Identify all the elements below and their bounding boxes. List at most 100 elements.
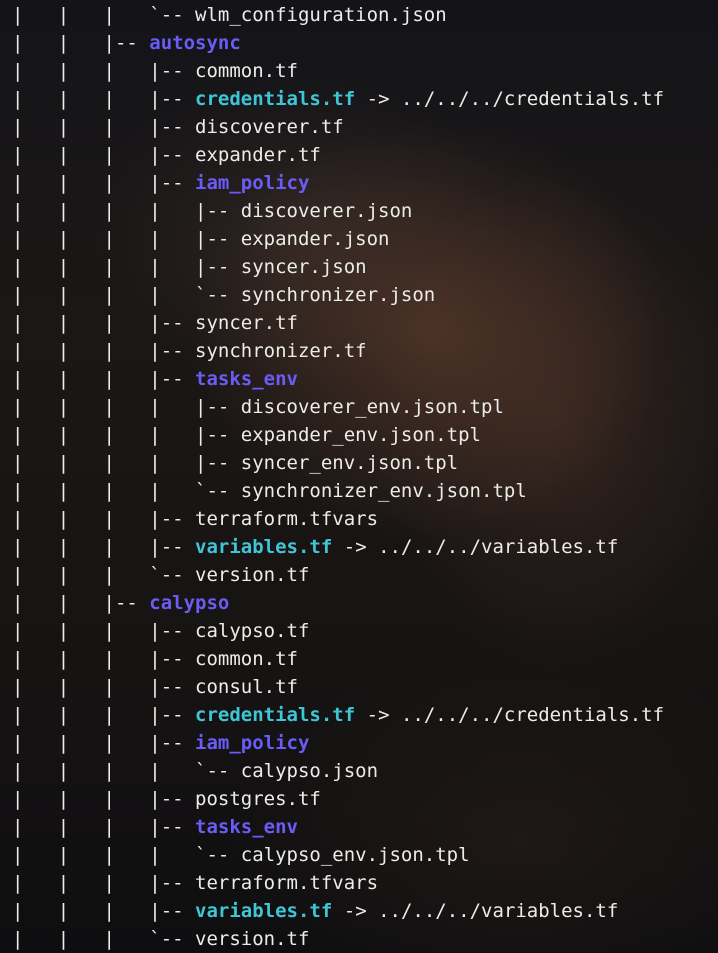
file-name: wlm_configuration.json [195, 4, 447, 26]
symlink-target: ../../../variables.tf [378, 900, 619, 922]
tree-branch: | | | |-- [12, 872, 196, 894]
file-name: version.tf [195, 928, 310, 950]
tree-line: | | | | |-- expander.json [12, 225, 390, 253]
symlink-arrow: -> [355, 88, 401, 110]
tree-line: | | | |-- consul.tf [12, 673, 298, 701]
file-name: version.tf [195, 564, 310, 586]
file-name: discoverer.tf [195, 116, 344, 138]
symlink-arrow: -> [355, 704, 401, 726]
tree-branch: | | | |-- [12, 900, 196, 922]
tree-branch: | | | |-- [12, 368, 196, 390]
tree-branch: | | | |-- [12, 88, 196, 110]
file-name: synchronizer_env.json.tpl [240, 480, 527, 502]
tree-line: | | | |-- syncer.tf [12, 309, 298, 337]
tree-line: | | |-- calypso [12, 589, 229, 617]
tree-line: | | | |-- iam_policy [12, 729, 309, 757]
file-name: syncer_env.json.tpl [240, 452, 459, 474]
symlink-name: credentials.tf [195, 88, 356, 110]
file-name: syncer.tf [195, 312, 298, 334]
tree-line: | | | |-- iam_policy [12, 169, 309, 197]
tree-branch: | | | | |-- [12, 396, 241, 418]
tree-branch: | | | `-- [12, 564, 196, 586]
tree-line: | | | |-- variables.tf -> ../../../varia… [12, 533, 618, 561]
tree-branch: | | |-- [12, 592, 150, 614]
tree-line: | | | | |-- discoverer_env.json.tpl [12, 393, 504, 421]
symlink-name: variables.tf [195, 536, 333, 558]
tree-line: | | | |-- common.tf [12, 57, 298, 85]
terminal-output[interactable]: | | | `-- wlm_configuration.json | | |-- … [0, 0, 718, 952]
tree-branch: | | | |-- [12, 172, 196, 194]
tree-branch: | | | |-- [12, 676, 196, 698]
tree-line: | | | | |-- discoverer.json [12, 197, 412, 225]
tree-line: | | | | |-- syncer_env.json.tpl [12, 449, 458, 477]
tree-branch: | | | | |-- [12, 452, 241, 474]
file-name: terraform.tfvars [195, 872, 379, 894]
file-name: terraform.tfvars [195, 508, 379, 530]
tree-branch: | | | | |-- [12, 256, 241, 278]
symlink-target: ../../../variables.tf [378, 536, 619, 558]
tree-branch: | | | |-- [12, 508, 196, 530]
directory-name: tasks_env [195, 368, 298, 390]
tree-line: | | | |-- tasks_env [12, 365, 298, 393]
directory-name: tasks_env [195, 816, 298, 838]
tree-line: | | | |-- common.tf [12, 645, 298, 673]
symlink-arrow: -> [332, 536, 379, 558]
tree-branch: | | | | |-- [12, 200, 241, 222]
tree-line: | | | |-- terraform.tfvars [12, 869, 378, 897]
directory-name: calypso [149, 592, 230, 614]
tree-line: | | | `-- version.tf [12, 925, 309, 953]
tree-branch: | | | | `-- [12, 760, 241, 782]
file-name: calypso.tf [195, 620, 310, 642]
file-name: consul.tf [195, 676, 298, 698]
tree-line: | | | |-- terraform.tfvars [12, 505, 378, 533]
file-name: synchronizer.tf [195, 340, 367, 362]
tree-line: | | | | |-- expander_env.json.tpl [12, 421, 481, 449]
tree-line: | | | |-- expander.tf [12, 141, 321, 169]
tree-line: | | |-- autosync [12, 29, 241, 57]
tree-line: | | | |-- discoverer.tf [12, 113, 344, 141]
tree-line: | | | `-- wlm_configuration.json [12, 1, 447, 29]
tree-line: | | | |-- calypso.tf [12, 617, 309, 645]
file-name: expander_env.json.tpl [240, 424, 481, 446]
tree-line: | | | | `-- synchronizer_env.json.tpl [12, 477, 527, 505]
tree-branch: | | | |-- [12, 648, 196, 670]
tree-line: | | | `-- version.tf [12, 561, 309, 589]
tree-branch: | | | |-- [12, 312, 196, 334]
tree-line: | | | |-- variables.tf -> ../../../varia… [12, 897, 618, 925]
tree-branch: | | | |-- [12, 816, 196, 838]
symlink-target: ../../../credentials.tf [400, 88, 665, 110]
tree-branch: | | | | |-- [12, 424, 241, 446]
tree-branch: | | | |-- [12, 704, 196, 726]
tree-branch: | | | |-- [12, 60, 196, 82]
tree-branch: | | |-- [12, 32, 150, 54]
tree-branch: | | | |-- [12, 340, 196, 362]
tree-branch: | | | |-- [12, 620, 196, 642]
file-name: postgres.tf [195, 788, 321, 810]
tree-branch: | | | |-- [12, 788, 196, 810]
tree-line: | | | |-- synchronizer.tf [12, 337, 367, 365]
file-name: expander.tf [195, 144, 321, 166]
tree-branch: | | | | `-- [12, 284, 241, 306]
tree-branch: | | | | `-- [12, 480, 241, 502]
file-name: synchronizer.json [240, 284, 436, 306]
file-name: expander.json [240, 228, 390, 250]
tree-branch: | | | `-- [12, 4, 196, 26]
tree-branch: | | | | `-- [12, 844, 241, 866]
tree-line: | | | |-- tasks_env [12, 813, 298, 841]
tree-line: | | | | `-- calypso.json [12, 757, 378, 785]
tree-branch: | | | |-- [12, 116, 196, 138]
directory-name: autosync [149, 32, 241, 54]
tree-branch: | | | |-- [12, 732, 196, 754]
symlink-name: credentials.tf [195, 704, 356, 726]
tree-branch: | | | | |-- [12, 228, 241, 250]
file-name: calypso.json [240, 760, 379, 782]
symlink-arrow: -> [332, 900, 379, 922]
tree-line: | | | |-- credentials.tf -> ../../../cre… [12, 85, 664, 113]
tree-line: | | | |-- postgres.tf [12, 785, 321, 813]
directory-name: iam_policy [195, 172, 310, 194]
tree-line: | | | | |-- syncer.json [12, 253, 367, 281]
tree-branch: | | | |-- [12, 536, 196, 558]
tree-branch: | | | `-- [12, 928, 196, 950]
tree-line: | | | |-- credentials.tf -> ../../../cre… [12, 701, 664, 729]
symlink-name: variables.tf [195, 900, 333, 922]
